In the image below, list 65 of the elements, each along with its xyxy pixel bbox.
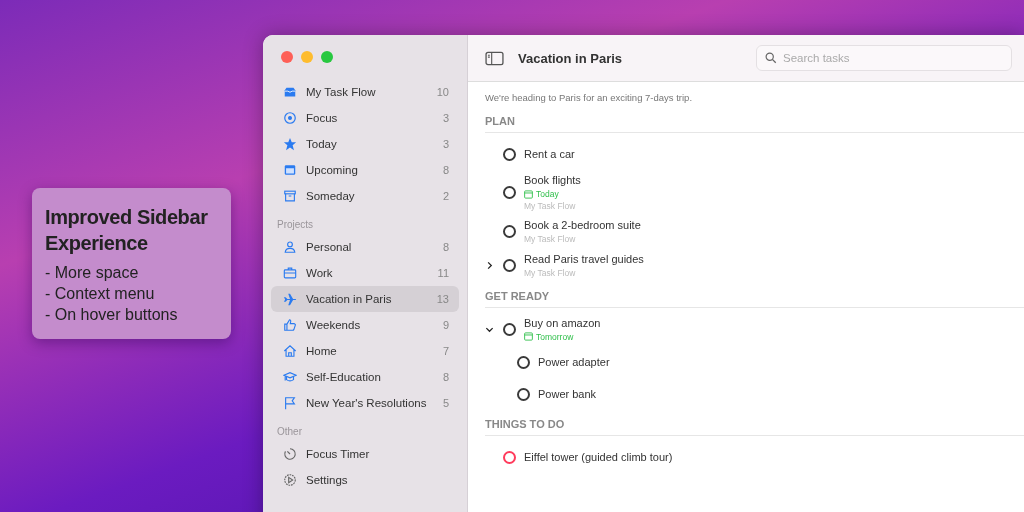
task-checkbox[interactable] bbox=[503, 147, 516, 161]
search-field[interactable]: Search tasks bbox=[756, 45, 1012, 71]
timer-icon bbox=[283, 447, 297, 461]
task-project: My Task Flow bbox=[524, 200, 577, 212]
sidebar-item[interactable]: Settings bbox=[271, 467, 459, 493]
promo-point: - More space bbox=[45, 262, 140, 283]
project-description: We're heading to Paris for an exciting 7-days trip. bbox=[485, 92, 694, 103]
task-title: Read Paris travel guides bbox=[524, 251, 644, 267]
task-project: My Task Flow bbox=[524, 232, 577, 245]
calendar-icon bbox=[524, 189, 533, 199]
inbox-icon bbox=[283, 85, 297, 99]
sidebar-item[interactable]: Home 7 bbox=[271, 338, 459, 364]
task-checkbox[interactable] bbox=[517, 355, 530, 369]
task-title: Power adapter bbox=[538, 354, 610, 370]
task-title: Buy on amazon bbox=[524, 315, 601, 331]
sidebar-section-title: Other bbox=[276, 425, 303, 439]
person-icon bbox=[283, 240, 297, 254]
sidebar-item[interactable]: Personal 8 bbox=[271, 234, 459, 260]
promo-point: - On hover buttons bbox=[45, 304, 179, 325]
chevron-right-icon[interactable] bbox=[485, 260, 494, 270]
task-checkbox[interactable] bbox=[503, 322, 516, 336]
plane-icon bbox=[283, 292, 297, 306]
briefcase-icon bbox=[283, 266, 297, 280]
task-checkbox[interactable] bbox=[503, 224, 516, 238]
task-checkbox[interactable] bbox=[503, 186, 516, 199]
sidebar-section-title: Projects bbox=[276, 218, 315, 232]
task-title: Rent a car bbox=[524, 146, 575, 162]
archive-icon bbox=[283, 189, 297, 203]
sidebar-item[interactable]: Someday 2 bbox=[271, 183, 459, 209]
sidebar-item[interactable]: Work 11 bbox=[271, 260, 459, 286]
page-title: Vacation in Paris bbox=[518, 50, 624, 66]
due-date: Tomorrow bbox=[536, 330, 574, 343]
task-title: Book a 2-bedroom suite bbox=[524, 217, 641, 233]
sidebar-toggle-icon[interactable] bbox=[485, 50, 504, 66]
task-project: My Task Flow bbox=[524, 266, 577, 279]
due-date: Today bbox=[536, 188, 559, 200]
sidebar-item[interactable]: My Task Flow 10 bbox=[271, 79, 459, 105]
task-title: Power bank bbox=[538, 386, 597, 402]
task-checkbox[interactable] bbox=[517, 387, 530, 401]
task-title: Eiffel tower (guided climb tour) bbox=[524, 449, 673, 465]
calendar-icon bbox=[524, 332, 533, 341]
focus-icon bbox=[283, 111, 297, 125]
promo-point: - Context menu bbox=[45, 283, 156, 304]
flag-icon bbox=[283, 396, 297, 410]
sidebar-item[interactable]: Focus 3 bbox=[271, 105, 459, 131]
star-icon bbox=[283, 137, 297, 151]
task-checkbox[interactable] bbox=[503, 450, 516, 464]
sidebar-item[interactable]: Upcoming 8 bbox=[271, 157, 459, 183]
house-icon bbox=[283, 344, 297, 358]
section-heading: GET READY bbox=[485, 290, 1024, 308]
sidebar-item[interactable]: New Year's Resolutions 5 bbox=[271, 390, 459, 416]
thumb-icon bbox=[283, 318, 297, 332]
sidebar-item[interactable]: Focus Timer bbox=[271, 441, 459, 467]
sidebar-item[interactable]: Self-Education 8 bbox=[271, 364, 459, 390]
search-icon bbox=[765, 52, 777, 64]
section-heading: THINGS TO DO bbox=[485, 418, 1024, 436]
calendar-icon bbox=[283, 163, 297, 177]
sidebar-item[interactable]: Vacation in Paris 13 bbox=[271, 286, 459, 312]
sidebar-item[interactable]: Today 3 bbox=[271, 131, 459, 157]
promo-title: Improved Sidebar Experience bbox=[45, 204, 209, 256]
task-title: Book flights bbox=[524, 173, 581, 188]
cap-icon bbox=[283, 370, 297, 384]
task-checkbox[interactable] bbox=[503, 258, 516, 272]
sidebar-item[interactable]: Weekends 9 bbox=[271, 312, 459, 338]
section-heading: PLAN bbox=[485, 115, 1024, 133]
